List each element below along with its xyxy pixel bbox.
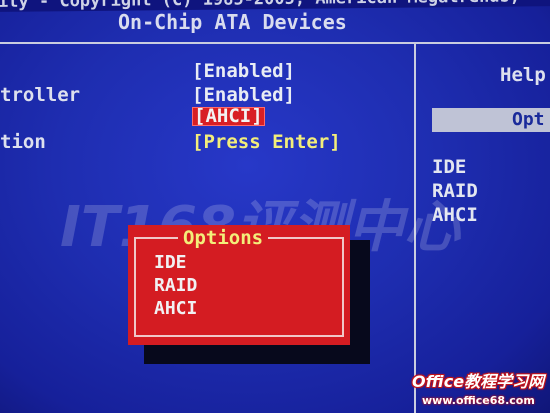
help-option-ide: IDE	[432, 156, 467, 178]
setting-value-ahci-selected[interactable]: [AHCI]	[192, 107, 265, 126]
setting-label-controller: troller	[0, 84, 81, 106]
popup-option-ahci[interactable]: AHCI	[154, 300, 197, 318]
help-panel-divider	[414, 44, 416, 413]
office68-site-watermark: Office教程学习网 www.office68.com	[404, 372, 550, 413]
site-watermark-url: www.office68.com	[422, 394, 535, 407]
setting-value-enabled-1[interactable]: [Enabled]	[192, 62, 295, 81]
help-panel-title: Help	[500, 64, 546, 86]
bios-screen: ity - Copyright (C) 1985-2005, American …	[0, 0, 550, 413]
help-options-tab: Opt	[432, 108, 550, 132]
popup-option-ide[interactable]: IDE	[154, 254, 187, 272]
site-watermark-name: Office教程学习网	[412, 372, 545, 391]
popup-title: Options	[178, 229, 269, 248]
page-title: On-Chip ATA Devices	[118, 10, 347, 34]
help-option-raid: RAID	[432, 180, 478, 202]
setting-value-enabled-2[interactable]: [Enabled]	[192, 86, 295, 105]
setting-value-press-enter[interactable]: [Press Enter]	[192, 133, 341, 152]
help-option-ahci: AHCI	[432, 204, 478, 226]
options-popup: Options IDE RAID AHCI	[128, 225, 350, 345]
popup-option-raid[interactable]: RAID	[154, 277, 197, 295]
header-divider	[0, 42, 550, 44]
setting-label-configuration: tion	[0, 131, 46, 153]
